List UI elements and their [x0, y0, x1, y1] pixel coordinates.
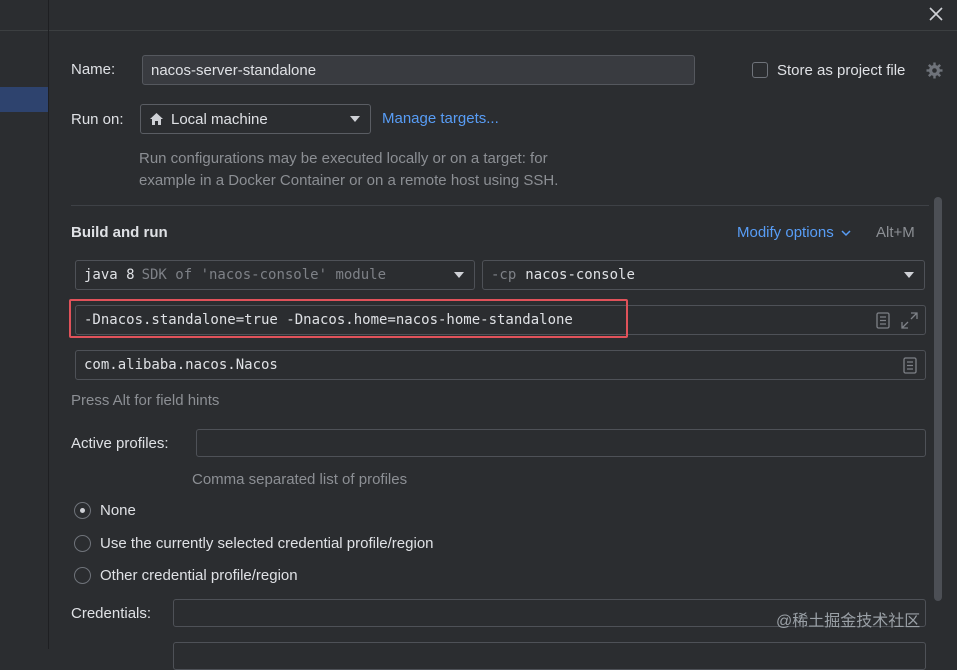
store-project-file-checkbox[interactable] [752, 62, 768, 78]
header-divider [49, 30, 957, 31]
run-on-hint-line1: Run configurations may be executed local… [139, 150, 548, 167]
jdk-description: SDK of 'nacos-console' module [141, 267, 387, 283]
credentials-label: Credentials: [71, 605, 152, 622]
run-on-hint-line2: example in a Docker Container or on a re… [139, 172, 559, 189]
field-hints-text: Press Alt for field hints [71, 392, 220, 409]
main-class-input[interactable]: com.alibaba.nacos.Nacos [75, 350, 926, 380]
radio-current-profile[interactable]: Use the currently selected credential pr… [74, 535, 494, 555]
active-profiles-hint: Comma separated list of profiles [192, 471, 408, 488]
radio-current-profile-label: Use the currently selected credential pr… [100, 535, 434, 552]
jdk-version: java 8 [84, 267, 135, 283]
maximize-icon[interactable] [901, 312, 918, 329]
active-profiles-label: Active profiles: [71, 435, 169, 452]
radio-other-profile-button[interactable] [74, 567, 91, 584]
home-icon [150, 113, 163, 125]
section-divider [71, 205, 929, 206]
gear-icon[interactable] [926, 62, 943, 79]
watermark: @稀土掘金技术社区 [776, 613, 921, 630]
jdk-dropdown[interactable]: java 8 SDK of 'nacos-console' module [75, 260, 475, 290]
region-dropdown[interactable] [173, 642, 926, 670]
modify-options-shortcut: Alt+M [876, 224, 915, 241]
chevron-down-icon [350, 116, 360, 122]
store-project-file-checkbox-box[interactable] [752, 62, 768, 78]
radio-other-profile[interactable]: Other credential profile/region [74, 567, 474, 587]
close-button[interactable] [924, 2, 948, 26]
classpath-module: nacos-console [525, 267, 635, 283]
classpath-dropdown[interactable]: -cp nacos-console [482, 260, 925, 290]
vertical-scrollbar[interactable] [934, 197, 942, 601]
run-target-dropdown[interactable]: Local machine [140, 104, 371, 134]
run-target-value: Local machine [171, 110, 268, 128]
classpath-prefix: -cp [491, 267, 517, 283]
manage-targets-link[interactable]: Manage targets... [382, 110, 499, 127]
radio-current-profile-button[interactable] [74, 535, 91, 552]
radio-none-label: None [100, 502, 136, 519]
browse-class-icon[interactable] [903, 357, 917, 374]
radio-other-profile-label: Other credential profile/region [100, 567, 298, 584]
expand-text-icon[interactable] [876, 312, 890, 329]
vm-options-input[interactable]: -Dnacos.standalone=true -Dnacos.home=nac… [75, 305, 926, 335]
name-label: Name: [71, 61, 116, 78]
left-pane-selected-item[interactable] [0, 87, 48, 112]
name-input[interactable]: nacos-server-standalone [142, 55, 695, 85]
chevron-down-icon [454, 272, 464, 278]
left-pane [0, 0, 49, 649]
main-class-value: com.alibaba.nacos.Nacos [84, 357, 278, 373]
modify-options-label: Modify options [737, 224, 834, 241]
radio-none-button[interactable] [74, 502, 91, 519]
radio-none[interactable]: None [74, 502, 474, 522]
vm-options-value: -Dnacos.standalone=true -Dnacos.home=nac… [84, 312, 573, 328]
close-icon [929, 7, 943, 21]
active-profiles-input[interactable] [196, 429, 926, 457]
modify-options-link[interactable]: Modify options [737, 224, 851, 241]
run-on-label: Run on: [71, 111, 124, 128]
name-input-value: nacos-server-standalone [151, 61, 317, 79]
chevron-down-icon [841, 230, 851, 236]
chevron-down-icon [904, 272, 914, 278]
left-pane-divider [0, 30, 48, 31]
store-project-file-label[interactable]: Store as project file [777, 62, 905, 79]
build-and-run-title: Build and run [71, 224, 168, 241]
